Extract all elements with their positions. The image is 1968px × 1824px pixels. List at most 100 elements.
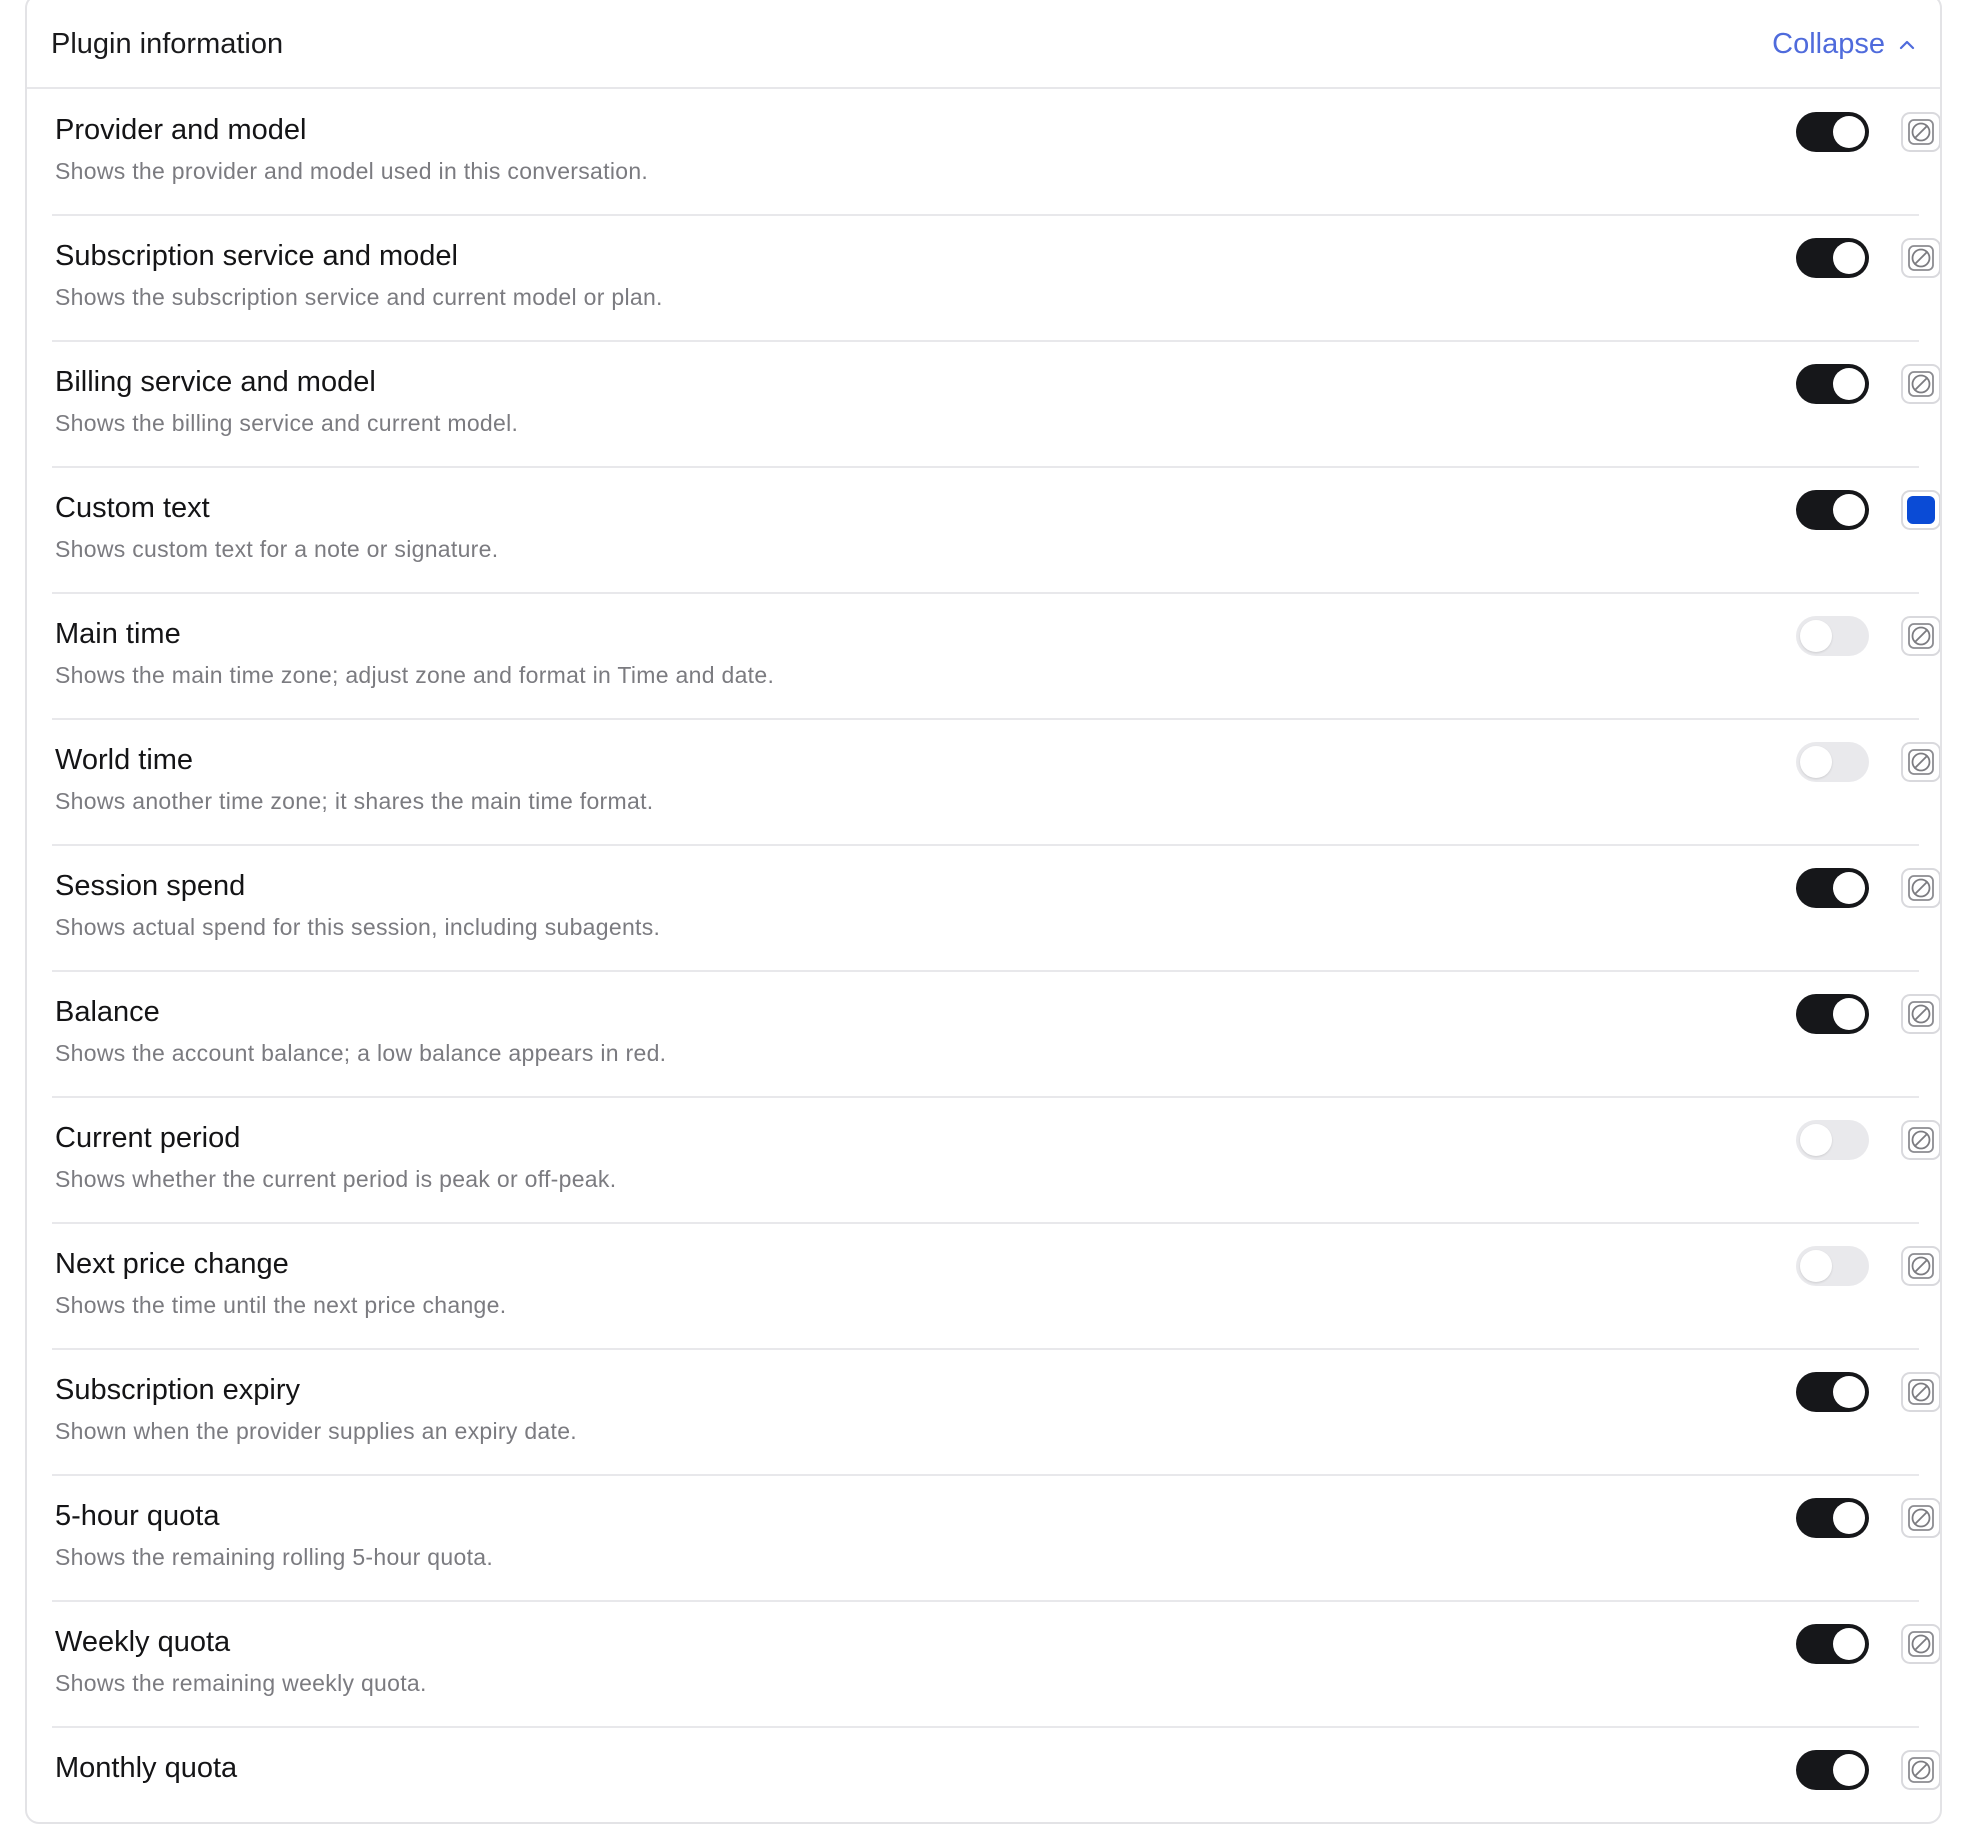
setting-row: 5-hour quota Shows the remaining rolling … — [52, 1476, 1940, 1602]
setting-row: Subscription expiry Shown when the provid… — [52, 1350, 1940, 1476]
no-color-icon — [1907, 1504, 1935, 1532]
enable-toggle[interactable] — [1796, 1750, 1869, 1790]
enable-toggle[interactable] — [1796, 868, 1869, 908]
enable-toggle[interactable] — [1796, 994, 1869, 1034]
setting-label: Subscription service and model — [55, 240, 458, 272]
no-color-icon — [1907, 370, 1935, 398]
setting-description: Shown when the provider supplies an expi… — [55, 1418, 577, 1444]
toggle-knob — [1800, 1250, 1832, 1282]
enable-toggle[interactable] — [1796, 1246, 1869, 1286]
setting-row: Weekly quota Shows the remaining weekly q… — [52, 1602, 1940, 1728]
setting-row: World time Shows another time zone; it sh… — [52, 720, 1940, 846]
no-color-icon — [1907, 622, 1935, 650]
setting-description: Shows the provider and model used in thi… — [55, 158, 649, 184]
color-picker-button[interactable] — [1901, 1120, 1940, 1160]
no-color-icon — [1907, 244, 1935, 272]
setting-description: Shows whether the current period is peak… — [55, 1166, 617, 1192]
no-color-icon — [1907, 118, 1935, 146]
toggle-knob — [1833, 998, 1865, 1030]
setting-row: Monthly quota — [52, 1728, 1940, 1822]
setting-label: Weekly quota — [55, 1626, 231, 1658]
toggle-knob — [1800, 620, 1832, 652]
color-picker-button[interactable] — [1901, 616, 1940, 656]
panel-header: Plugin information Collapse — [27, 2, 1940, 89]
color-picker-button[interactable] — [1901, 742, 1940, 782]
enable-toggle[interactable] — [1796, 1498, 1869, 1538]
toggle-knob — [1833, 1502, 1865, 1534]
setting-description: Shows the time until the next price chan… — [55, 1292, 507, 1318]
color-picker-button[interactable] — [1901, 1624, 1940, 1664]
enable-toggle[interactable] — [1796, 238, 1869, 278]
plugin-information-panel: Plugin information Collapse Provider and… — [25, 0, 1942, 1824]
setting-description: Shows the subscription service and curre… — [55, 284, 663, 310]
setting-description: Shows the remaining rolling 5-hour quota… — [55, 1544, 494, 1570]
enable-toggle[interactable] — [1796, 490, 1869, 530]
setting-label: Current period — [55, 1122, 241, 1154]
setting-description: Shows the billing service and current mo… — [55, 410, 519, 436]
setting-description: Shows custom text for a note or signatur… — [55, 536, 499, 562]
toggle-knob — [1833, 1628, 1865, 1660]
setting-description: Shows the remaining weekly quota. — [55, 1670, 427, 1696]
toggle-knob — [1833, 872, 1865, 904]
enable-toggle[interactable] — [1796, 1120, 1869, 1160]
enable-toggle[interactable] — [1796, 742, 1869, 782]
setting-row: Subscription service and model Shows the … — [52, 216, 1940, 342]
color-picker-button[interactable] — [1901, 868, 1940, 908]
no-color-icon — [1907, 1000, 1935, 1028]
setting-label: Billing service and model — [55, 366, 376, 398]
setting-row: Current period Shows whether the current … — [52, 1098, 1940, 1224]
no-color-icon — [1907, 1252, 1935, 1280]
setting-description: Shows another time zone; it shares the m… — [55, 788, 654, 814]
enable-toggle[interactable] — [1796, 1624, 1869, 1664]
color-picker-button[interactable] — [1901, 364, 1940, 404]
toggle-knob — [1800, 1124, 1832, 1156]
color-picker-button[interactable] — [1901, 112, 1940, 152]
setting-label: Subscription expiry — [55, 1374, 300, 1406]
setting-label: Provider and model — [55, 114, 307, 146]
toggle-knob — [1800, 746, 1832, 778]
enable-toggle[interactable] — [1796, 1372, 1869, 1412]
enable-toggle[interactable] — [1796, 112, 1869, 152]
setting-row: Provider and model Shows the provider and… — [52, 90, 1940, 216]
toggle-knob — [1833, 1754, 1865, 1786]
chevron-up-icon — [1899, 40, 1915, 50]
setting-label: Next price change — [55, 1248, 289, 1280]
setting-row: Next price change Shows the time until th… — [52, 1224, 1940, 1350]
color-picker-button[interactable] — [1901, 1372, 1940, 1412]
color-picker-button[interactable] — [1901, 490, 1940, 530]
setting-label: World time — [55, 744, 194, 776]
setting-description: Shows the main time zone; adjust zone an… — [55, 662, 775, 688]
setting-label: Balance — [55, 996, 160, 1028]
setting-description: Shows actual spend for this session, inc… — [55, 914, 661, 940]
color-picker-button[interactable] — [1901, 238, 1940, 278]
toggle-knob — [1833, 368, 1865, 400]
no-color-icon — [1907, 1756, 1935, 1784]
toggle-knob — [1833, 1376, 1865, 1408]
no-color-icon — [1907, 1378, 1935, 1406]
setting-row: Billing service and model Shows the billi… — [52, 342, 1940, 468]
enable-toggle[interactable] — [1796, 364, 1869, 404]
toggle-knob — [1833, 242, 1865, 274]
setting-row: Session spend Shows actual spend for this… — [52, 846, 1940, 972]
toggle-knob — [1833, 116, 1865, 148]
color-picker-button[interactable] — [1901, 1246, 1940, 1286]
setting-row: Main time Shows the main time zone; adjus… — [52, 594, 1940, 720]
setting-row: Custom text Shows custom text for a note … — [52, 468, 1940, 594]
setting-label: Session spend — [55, 870, 246, 902]
setting-label: Main time — [55, 618, 181, 650]
collapse-label: Collapse — [1772, 28, 1885, 60]
setting-label: 5-hour quota — [55, 1500, 220, 1532]
color-picker-button[interactable] — [1901, 994, 1940, 1034]
no-color-icon — [1907, 874, 1935, 902]
enable-toggle[interactable] — [1796, 616, 1869, 656]
no-color-icon — [1907, 748, 1935, 776]
setting-label: Monthly quota — [55, 1752, 238, 1784]
color-picker-button[interactable] — [1901, 1750, 1940, 1790]
no-color-icon — [1907, 1630, 1935, 1658]
panel-title: Plugin information — [51, 28, 284, 60]
collapse-button[interactable]: Collapse — [1772, 28, 1915, 61]
color-picker-button[interactable] — [1901, 1498, 1940, 1538]
setting-description: Shows the account balance; a low balance… — [55, 1040, 667, 1066]
no-color-icon — [1907, 1126, 1935, 1154]
color-swatch — [1907, 496, 1935, 524]
